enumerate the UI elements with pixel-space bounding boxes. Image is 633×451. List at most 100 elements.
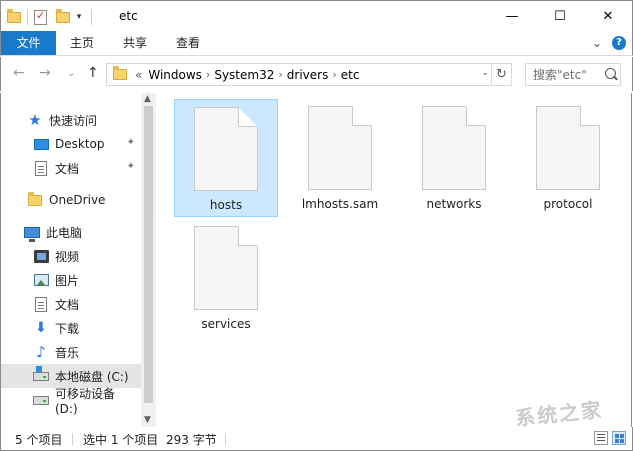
tab-home[interactable]: 主页	[62, 31, 102, 55]
properties-icon[interactable]	[34, 9, 47, 25]
breadcrumb-etc[interactable]: etc	[341, 68, 360, 82]
breadcrumb-windows[interactable]: Windows	[148, 68, 202, 82]
status-divider	[72, 433, 73, 445]
sidebar-item-label: 本地磁盘 (C:)	[55, 369, 129, 384]
sidebar-item-label: OneDrive	[49, 193, 106, 207]
sidebar-item-label: 快速访问	[49, 113, 98, 128]
file-icon	[194, 226, 258, 310]
new-folder-icon[interactable]	[56, 8, 70, 23]
title-bar: ▾ etc — ☐ ✕	[0, 0, 633, 31]
breadcrumb-system32[interactable]: System32	[214, 68, 274, 82]
sidebar-item-this-pc[interactable]: 此电脑	[1, 220, 141, 244]
details-view-icon[interactable]	[594, 431, 608, 445]
desktop-icon	[33, 136, 49, 152]
sidebar-item-label: 图片	[55, 273, 80, 288]
tab-share[interactable]: 共享	[115, 31, 155, 55]
selection-count: 选中 1 个项目	[83, 433, 159, 447]
status-bar: 5 个项目 选中 1 个项目 293 字节	[0, 427, 633, 451]
close-button[interactable]: ✕	[584, 1, 632, 31]
file-name: networks	[426, 197, 482, 211]
help-icon[interactable]: ?	[612, 36, 626, 50]
sidebar-item-pictures[interactable]: 图片	[1, 268, 141, 292]
breadcrumb-drivers[interactable]: drivers	[287, 68, 329, 82]
file-icon	[194, 107, 258, 191]
view-switcher	[594, 431, 626, 445]
scroll-up-icon[interactable]: ▲	[144, 94, 151, 104]
breadcrumb-overflow[interactable]: «	[135, 68, 142, 82]
file-name: lmhosts.sam	[301, 197, 379, 211]
file-item-hosts[interactable]: hosts	[174, 99, 278, 217]
sidebar-item-label: 音乐	[55, 345, 80, 360]
document-icon	[33, 296, 49, 312]
chevron-right-icon[interactable]: ›	[278, 68, 282, 81]
sidebar-item-label: 此电脑	[46, 225, 83, 240]
sidebar-item-removable-d[interactable]: 可移动设备 (D:)	[1, 387, 141, 416]
sidebar-item-documents-pc[interactable]: 文档	[1, 292, 141, 316]
address-bar[interactable]: « Windows › System32 › drivers › etc ⌄ ↻	[106, 63, 512, 86]
search-box[interactable]	[525, 63, 621, 86]
document-icon	[33, 160, 49, 176]
download-icon: ⬇	[35, 320, 47, 336]
minimize-button[interactable]: —	[488, 1, 536, 31]
sidebar-item-videos[interactable]: 视频	[1, 244, 141, 268]
file-item-services[interactable]: services	[174, 219, 278, 337]
sidebar-item-desktop[interactable]: Desktop ✦	[1, 132, 141, 156]
music-icon: ♪	[36, 343, 46, 361]
sidebar-item-documents[interactable]: 文档 ✦	[1, 156, 141, 180]
maximize-button[interactable]: ☐	[536, 1, 584, 31]
file-name: services	[201, 317, 251, 331]
pin-icon[interactable]: ✦	[127, 161, 135, 172]
refresh-button[interactable]: ↻	[491, 64, 511, 85]
customize-toolbar-dropdown[interactable]: ▾	[73, 12, 85, 22]
sidebar-item-quick-access[interactable]: ★ 快速访问	[1, 108, 141, 132]
chevron-right-icon[interactable]: ›	[206, 68, 210, 81]
sidebar-item-label: Desktop	[55, 137, 105, 151]
recent-locations-button[interactable]: ⌄	[67, 68, 75, 79]
window-controls: — ☐ ✕	[488, 1, 632, 31]
sidebar-item-label: 视频	[55, 249, 80, 264]
search-input[interactable]	[526, 64, 598, 85]
toolbar-divider	[91, 9, 92, 25]
scrollbar-thumb[interactable]	[144, 106, 153, 403]
folder-icon	[113, 66, 127, 80]
ribbon-controls: ⌄ ?	[592, 36, 626, 50]
sidebar-item-downloads[interactable]: ⬇ 下载	[1, 316, 141, 340]
file-icon	[422, 106, 486, 190]
scroll-down-icon[interactable]: ▼	[144, 415, 151, 425]
file-item-networks[interactable]: networks	[402, 99, 506, 217]
address-dropdown-icon[interactable]: ⌄	[481, 68, 489, 78]
sidebar-item-music[interactable]: ♪ 音乐	[1, 340, 141, 364]
file-icon	[536, 106, 600, 190]
toolbar-divider	[27, 9, 28, 25]
navigation-pane: ★ 快速访问 Desktop ✦ 文档 ✦ OneDrive 此电脑 视频 图片…	[0, 93, 156, 427]
selection-size: 293 字节	[166, 433, 217, 447]
search-icon[interactable]	[605, 68, 616, 79]
sidebar-item-label: 可移动设备 (D:)	[55, 386, 116, 416]
large-icons-view-icon[interactable]	[612, 431, 626, 445]
forward-button[interactable]: →	[39, 65, 51, 81]
file-item-protocol[interactable]: protocol	[516, 99, 620, 217]
file-list: hosts lmhosts.sam networks protocol serv…	[157, 93, 632, 427]
navigation-bar: ← → ⌄ ↑ « Windows › System32 › drivers ›…	[0, 57, 633, 91]
chevron-right-icon[interactable]: ›	[332, 68, 336, 81]
file-name: hosts	[209, 198, 243, 212]
sidebar-scrollbar[interactable]: ▲ ▼	[141, 93, 156, 427]
up-button[interactable]: ↑	[87, 65, 99, 81]
tab-view[interactable]: 查看	[168, 31, 208, 55]
folder-icon	[7, 8, 21, 23]
computer-icon	[24, 224, 40, 242]
tab-file[interactable]: 文件	[1, 31, 56, 55]
collapse-ribbon-icon[interactable]: ⌄	[592, 36, 602, 50]
removable-drive-icon	[33, 392, 49, 408]
file-item-lmhosts[interactable]: lmhosts.sam	[288, 99, 392, 217]
star-icon: ★	[28, 111, 42, 129]
window-title: etc	[119, 9, 138, 23]
back-button[interactable]: ←	[13, 65, 25, 81]
pin-icon[interactable]: ✦	[127, 137, 135, 148]
picture-icon	[33, 272, 49, 288]
item-count: 5 个项目	[15, 433, 63, 447]
sidebar-item-onedrive[interactable]: OneDrive	[1, 188, 141, 212]
ribbon-tabs: 文件 主页 共享 查看 ⌄ ?	[0, 31, 633, 56]
sidebar-item-label: 下载	[55, 321, 80, 336]
sidebar-item-label: 文档	[55, 161, 80, 176]
